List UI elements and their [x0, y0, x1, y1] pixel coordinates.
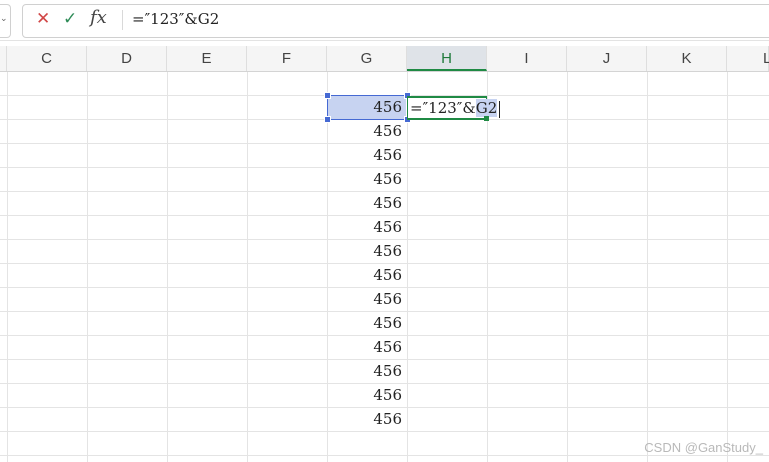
cell-g15[interactable]: 456	[328, 408, 406, 431]
formula-prefix: =″123″&	[410, 99, 476, 117]
cell-g4[interactable]: 456	[328, 144, 406, 167]
column-header-row: C D E F G H I J K L	[0, 46, 769, 72]
formula-separator	[122, 10, 123, 30]
watermark: CSDN @GanStudy_	[644, 440, 763, 455]
cell-g9[interactable]: 456	[328, 264, 406, 287]
confirm-icon[interactable]: ✓	[63, 9, 77, 29]
resize-handle[interactable]	[324, 92, 331, 99]
column-header-l[interactable]: L	[727, 46, 769, 71]
fill-handle[interactable]	[484, 116, 489, 121]
cell-g12[interactable]: 456	[328, 336, 406, 359]
column-header-c[interactable]: C	[7, 46, 87, 71]
cell-g3[interactable]: 456	[328, 120, 406, 143]
column-header-g[interactable]: G	[327, 46, 407, 71]
resize-handle[interactable]	[324, 116, 331, 123]
column-header-k[interactable]: K	[647, 46, 727, 71]
chevron-down-icon[interactable]: ⌄	[0, 13, 8, 24]
formula-reference: G2	[475, 99, 498, 117]
cell-g11[interactable]: 456	[328, 312, 406, 335]
formula-bar: ⌄ ✕ ✓ fx =″123″&G2	[0, 0, 769, 41]
cell-g14[interactable]: 456	[328, 384, 406, 407]
column-header-j[interactable]: J	[567, 46, 647, 71]
formula-input[interactable]: =″123″&G2	[132, 9, 219, 29]
cell-g7[interactable]: 456	[328, 216, 406, 239]
cell-g5[interactable]: 456	[328, 168, 406, 191]
column-header-d[interactable]: D	[87, 46, 167, 71]
insert-function-button[interactable]: fx	[90, 7, 107, 29]
column-header-i[interactable]: I	[487, 46, 567, 71]
cell-g13[interactable]: 456	[328, 360, 406, 383]
column-header-e[interactable]: E	[167, 46, 247, 71]
text-caret	[499, 100, 501, 118]
column-header-f[interactable]: F	[247, 46, 327, 71]
column-header-b-partial[interactable]	[0, 46, 7, 71]
column-header-h[interactable]: H	[407, 46, 487, 71]
cell-g8[interactable]: 456	[328, 240, 406, 263]
cell-g6[interactable]: 456	[328, 192, 406, 215]
cancel-icon[interactable]: ✕	[36, 9, 50, 29]
cell-g2[interactable]: 456	[328, 96, 406, 119]
cell-g10[interactable]: 456	[328, 288, 406, 311]
